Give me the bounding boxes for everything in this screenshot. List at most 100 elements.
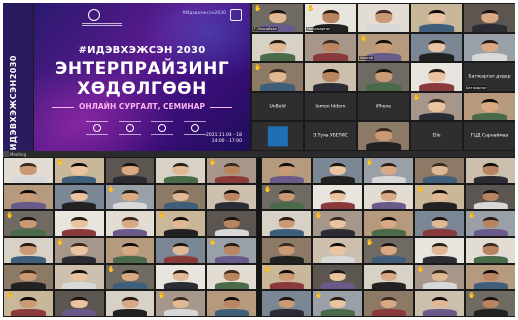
right-participant-tile[interactable] bbox=[262, 211, 311, 236]
right-participant-tile[interactable] bbox=[262, 158, 311, 183]
right-participant-tile[interactable]: ✋ bbox=[313, 211, 362, 236]
right-participant-tile[interactable] bbox=[364, 184, 413, 210]
top-participant-tile[interactable]: ✋ Хангай bbox=[358, 33, 409, 62]
left-participant-tile[interactable] bbox=[207, 264, 256, 290]
left-participant-tile[interactable] bbox=[4, 264, 53, 290]
left-participant-tile[interactable]: ✋ bbox=[207, 237, 256, 263]
top-participant-tile[interactable]: Батжаргал дэдер Батжаргал bbox=[464, 63, 515, 91]
right-participant-tile[interactable] bbox=[415, 291, 464, 316]
right-participant-tile[interactable]: ✋ bbox=[262, 184, 311, 210]
left-participant-tile[interactable]: ✋ bbox=[54, 158, 104, 183]
top-participant-tile[interactable] bbox=[411, 63, 462, 91]
participant-face bbox=[278, 296, 295, 309]
top-participant-tile[interactable] bbox=[464, 33, 515, 62]
participant-name-label: Мөнхжаргал bbox=[306, 26, 332, 31]
left-participant-tile[interactable] bbox=[105, 237, 155, 263]
right-participant-tile[interactable]: ✋ bbox=[466, 211, 515, 236]
left-participant-tile[interactable]: ✋ bbox=[156, 211, 206, 236]
right-participant-tile[interactable]: ✋ bbox=[364, 237, 413, 263]
participant-display-name: Iomon Iddorn bbox=[315, 104, 346, 110]
top-participant-tile[interactable]: Iomon Iddorn bbox=[305, 92, 356, 121]
left-participant-tile[interactable]: ✋ bbox=[4, 291, 53, 316]
top-participant-tile[interactable] bbox=[305, 63, 356, 91]
right-participant-tile[interactable] bbox=[466, 237, 515, 263]
top-participant-tile[interactable]: ГЦД Сарнаймаа bbox=[464, 122, 515, 150]
right-participant-tile[interactable] bbox=[313, 184, 362, 210]
top-participant-tile[interactable]: Elle bbox=[411, 122, 462, 150]
top-participant-tile[interactable] bbox=[464, 4, 515, 32]
top-participant-tile[interactable]: ✋ bbox=[252, 63, 303, 91]
participant-name-label: Г.Энхсайхан bbox=[253, 26, 278, 31]
right-participant-tile[interactable]: ✋ bbox=[262, 264, 311, 290]
top-participant-tile[interactable] bbox=[411, 33, 462, 62]
left-participant-tile[interactable] bbox=[156, 237, 206, 263]
right-participant-tile[interactable] bbox=[466, 264, 515, 290]
participant-face bbox=[380, 190, 397, 202]
left-participant-tile[interactable] bbox=[4, 237, 53, 263]
left-participant-tile[interactable] bbox=[156, 158, 206, 183]
left-participant-tile[interactable] bbox=[156, 264, 206, 290]
participant-body bbox=[214, 202, 249, 210]
participant-body bbox=[371, 309, 406, 316]
top-participant-tile[interactable] bbox=[464, 92, 515, 121]
top-participant-tile[interactable]: ✋ bbox=[411, 92, 462, 121]
top-participant-tile[interactable]: ✋ Г.Энхсайхан bbox=[252, 4, 303, 32]
participant-body bbox=[312, 53, 349, 62]
participant-face bbox=[172, 270, 190, 282]
top-participant-tile[interactable] bbox=[252, 122, 303, 150]
right-participant-tile[interactable] bbox=[364, 211, 413, 236]
right-participant-tile[interactable] bbox=[415, 237, 464, 263]
left-participant-tile[interactable] bbox=[4, 184, 53, 210]
participant-face bbox=[374, 69, 393, 82]
left-participant-tile[interactable]: ✋ bbox=[54, 237, 104, 263]
left-participant-tile[interactable] bbox=[156, 184, 206, 210]
left-participant-tile[interactable] bbox=[105, 211, 155, 236]
right-participant-tile[interactable] bbox=[262, 291, 311, 316]
participant-body bbox=[112, 309, 148, 316]
left-participant-tile[interactable] bbox=[54, 211, 104, 236]
raised-hand-icon: ✋ bbox=[315, 292, 323, 300]
top-participant-tile[interactable] bbox=[305, 33, 356, 62]
right-participant-tile[interactable] bbox=[313, 237, 362, 263]
left-participant-tile[interactable] bbox=[54, 184, 104, 210]
left-participant-tile[interactable]: ✋ bbox=[105, 184, 155, 210]
left-participant-tile[interactable]: ✋ bbox=[207, 158, 256, 183]
left-participant-tile[interactable] bbox=[105, 291, 155, 316]
right-participant-tile[interactable]: ✋ bbox=[364, 158, 413, 183]
right-participant-tile[interactable] bbox=[466, 184, 515, 210]
left-participant-tile[interactable]: ✋ bbox=[156, 291, 206, 316]
right-participant-tile[interactable] bbox=[262, 237, 311, 263]
left-participant-tile[interactable] bbox=[207, 184, 256, 210]
left-participant-tile[interactable] bbox=[54, 264, 104, 290]
right-participant-tile[interactable] bbox=[313, 158, 362, 183]
left-participant-tile[interactable] bbox=[207, 291, 256, 316]
left-participant-tile[interactable] bbox=[54, 291, 104, 316]
right-participant-tile[interactable] bbox=[313, 264, 362, 290]
left-participant-tile[interactable] bbox=[4, 158, 53, 183]
raised-hand-icon: ✋ bbox=[307, 5, 315, 12]
top-participant-tile[interactable] bbox=[358, 122, 409, 150]
top-participant-tile[interactable]: UnBold bbox=[252, 92, 303, 121]
right-participant-tile[interactable]: ✋ bbox=[415, 184, 464, 210]
left-participant-tile[interactable]: ✋ bbox=[4, 211, 53, 236]
left-participant-tile[interactable] bbox=[105, 158, 155, 183]
right-participant-tile[interactable]: ✋ bbox=[415, 264, 464, 290]
left-participant-tile[interactable]: ✋ bbox=[105, 264, 155, 290]
slide-time-range: 14:00 - 17:00 bbox=[211, 139, 242, 144]
right-participant-tile[interactable] bbox=[364, 291, 413, 316]
right-participant-tile[interactable] bbox=[415, 211, 464, 236]
left-participant-tile[interactable] bbox=[207, 211, 256, 236]
top-participant-tile[interactable] bbox=[358, 4, 409, 32]
right-participant-tile[interactable] bbox=[415, 158, 464, 183]
top-participant-tile[interactable] bbox=[411, 4, 462, 32]
top-participant-tile[interactable]: ✋ Мөнхжаргал bbox=[305, 4, 356, 32]
participant-face bbox=[482, 163, 499, 175]
right-participant-tile[interactable]: ✋ bbox=[466, 291, 515, 316]
right-participant-tile[interactable]: ✋ bbox=[313, 291, 362, 316]
right-participant-tile[interactable] bbox=[466, 158, 515, 183]
top-participant-tile[interactable]: Э.Туяа УБЕТИС bbox=[305, 122, 356, 150]
right-participant-tile[interactable] bbox=[364, 264, 413, 290]
top-participant-tile[interactable] bbox=[358, 63, 409, 91]
top-participant-tile[interactable] bbox=[252, 33, 303, 62]
top-participant-tile[interactable]: iPhone bbox=[358, 92, 409, 121]
